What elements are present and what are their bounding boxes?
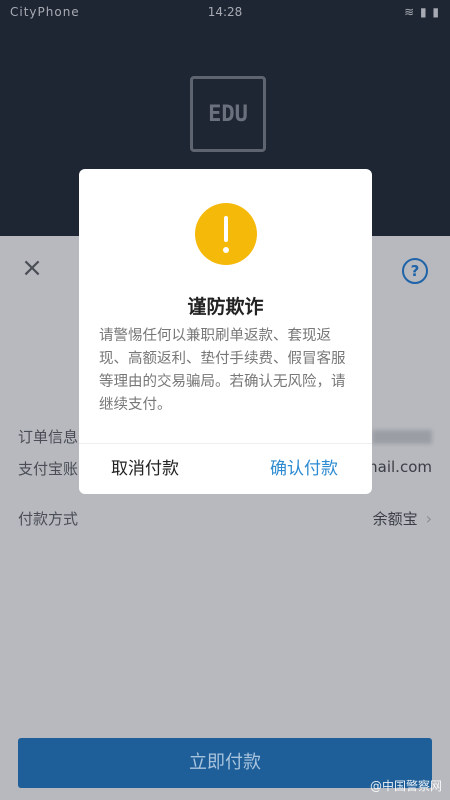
status-icons: ≋ ▮ ▮	[404, 5, 440, 19]
dialog-divider	[79, 443, 372, 444]
chevron-right-icon: ›	[425, 509, 432, 528]
dialog-title: 谨防欺诈	[187, 296, 264, 318]
fraud-warning-dialog: 谨防欺诈 请警惕任何以兼职刷单返款、套现返现、高额返利、垫付手续费、假冒客服等理…	[79, 169, 372, 494]
close-icon[interactable]: ×	[18, 254, 46, 282]
alipay-account-value: mail.com	[363, 458, 432, 476]
payment-method-value: 余额宝	[372, 510, 418, 528]
clock: 14:28	[207, 5, 243, 19]
order-info-label: 订单信息	[18, 428, 79, 446]
confirm-payment-button[interactable]: 确认付款	[270, 454, 338, 479]
status-bar: CityPhone 14:28 ≋ ▮ ▮	[0, 0, 450, 26]
help-icon[interactable]: ?	[402, 258, 428, 284]
payment-method-row[interactable]: 付款方式 余额宝 ›	[18, 504, 432, 534]
payment-method-label: 付款方式	[18, 510, 79, 528]
cancel-payment-button[interactable]: 取消付款	[111, 454, 179, 479]
merchant-logo: EDU	[190, 76, 266, 152]
alipay-account-label: 支付宝账	[18, 460, 79, 478]
watermark: @中国警察网	[369, 779, 442, 793]
dialog-message: 请警惕任何以兼职刷单返款、套现返现、高额返利、垫付手续费、假冒客服等理由的交易骗…	[99, 328, 346, 413]
warning-icon	[195, 203, 257, 265]
order-info-value-blurred	[372, 430, 432, 444]
